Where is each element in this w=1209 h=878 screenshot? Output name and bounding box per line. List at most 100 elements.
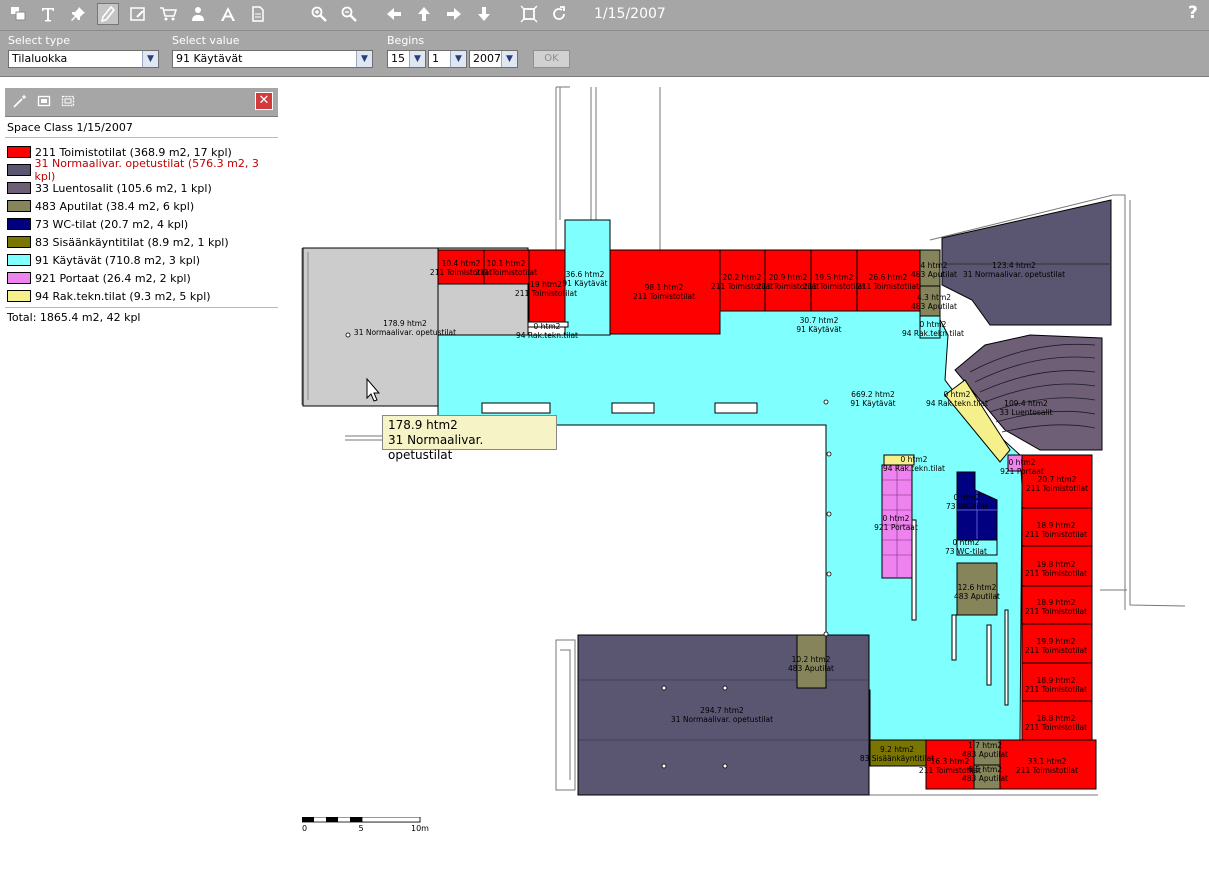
room-16-3[interactable] xyxy=(925,739,975,790)
zoom-out-icon[interactable] xyxy=(338,3,360,25)
room-18-8[interactable] xyxy=(1021,700,1093,741)
room-10-2[interactable] xyxy=(796,634,827,689)
arrow-down-icon[interactable] xyxy=(473,3,495,25)
arrow-right-icon[interactable] xyxy=(443,3,465,25)
text-icon[interactable] xyxy=(37,3,59,25)
push-pin-icon[interactable] xyxy=(67,3,89,25)
month-dropdown[interactable]: 1 ▼ xyxy=(428,50,467,68)
room-178-9[interactable] xyxy=(302,247,529,407)
magic-wand-icon[interactable] xyxy=(13,94,27,108)
pencil-icon[interactable] xyxy=(97,3,119,25)
legend-item[interactable]: 94 Rak.tekn.tilat (9.3 m2, 5 kpl) xyxy=(5,287,278,305)
room-123-4[interactable] xyxy=(941,199,1112,326)
room-area-label: 9.2 htm2 xyxy=(880,745,914,754)
edit-area-icon[interactable] xyxy=(127,3,149,25)
room-class-label: 483 Aputilat xyxy=(911,270,957,279)
room-class-label: 31 Normaalivar. opetustilat xyxy=(963,270,1065,279)
room-4-3[interactable] xyxy=(919,285,941,317)
room-area-label: 19 htm2 xyxy=(530,280,562,289)
chevron-down-icon[interactable]: ▼ xyxy=(356,51,372,67)
legend-header: ✕ xyxy=(5,88,278,117)
room-class-label: 921 Portaat xyxy=(1000,467,1044,476)
font-icon[interactable] xyxy=(217,3,239,25)
select-area-icon[interactable] xyxy=(37,94,51,108)
room-19-9[interactable] xyxy=(1021,623,1093,664)
room-1-7[interactable] xyxy=(973,739,1001,766)
corridor-669-2[interactable] xyxy=(437,219,1023,741)
arrow-up-icon[interactable] xyxy=(413,3,435,25)
room-19-8[interactable] xyxy=(1021,545,1093,587)
cart-icon[interactable] xyxy=(157,3,179,25)
zoom-in-icon[interactable] xyxy=(308,3,330,25)
legend-label: 483 Aputilat (38.4 m2, 6 kpl) xyxy=(35,199,195,213)
select-value-dropdown[interactable]: 91 Käytävät ▼ xyxy=(172,50,373,68)
day-dropdown[interactable]: 15 ▼ xyxy=(387,50,426,68)
legend-swatch xyxy=(7,182,31,194)
room-18-9-a[interactable] xyxy=(1021,507,1093,547)
filter-bar: Select type Tilaluokka ▼ Select value 91… xyxy=(0,31,1209,77)
stair-921-east[interactable] xyxy=(1007,454,1039,472)
legend-item[interactable]: 483 Aputilat (38.4 m2, 6 kpl) xyxy=(5,197,278,215)
room-9-2[interactable] xyxy=(869,739,927,767)
select-type-dropdown[interactable]: Tilaluokka ▼ xyxy=(8,50,159,68)
room-area-label: 26.6 htm2 xyxy=(869,273,908,282)
room-area-label: 0 htm2 xyxy=(954,493,981,502)
room-area-label: 6.5 htm2 xyxy=(968,765,1002,774)
legend-item[interactable]: 31 Normaalivar. opetustilat (576.3 m2, 3… xyxy=(5,157,278,183)
rak-tekn-center[interactable] xyxy=(883,454,915,466)
room-19[interactable] xyxy=(528,249,566,327)
mouse-cursor-icon xyxy=(366,377,381,402)
ok-button[interactable]: OK xyxy=(533,50,570,68)
select-value-value: 91 Käytävät xyxy=(176,52,243,65)
room-18-9-b[interactable] xyxy=(1021,585,1093,625)
room-294-7[interactable] xyxy=(577,634,870,796)
room-18-9-c[interactable] xyxy=(1021,662,1093,702)
document-icon[interactable] xyxy=(247,3,269,25)
wc-rooms[interactable] xyxy=(956,471,998,541)
room-19-5[interactable] xyxy=(810,249,858,312)
close-icon[interactable]: ✕ xyxy=(255,92,273,110)
layers-icon[interactable] xyxy=(7,3,29,25)
legend-item[interactable]: 91 Käytävät (710.8 m2, 3 kpl) xyxy=(5,251,278,269)
refresh-icon[interactable] xyxy=(548,3,570,25)
room-rak-tekn-94[interactable] xyxy=(944,379,1011,463)
room-33-1[interactable] xyxy=(999,739,1097,790)
legend-item[interactable]: 73 WC-tilat (20.7 m2, 4 kpl) xyxy=(5,215,278,233)
rak-tekn-room[interactable] xyxy=(919,315,941,339)
legend-item[interactable]: 83 Sisäänkäyntitilat (8.9 m2, 1 kpl) xyxy=(5,233,278,251)
chevron-down-icon[interactable]: ▼ xyxy=(501,51,517,67)
room-area-label: 0 htm2 xyxy=(1009,458,1036,467)
room-20-7[interactable] xyxy=(1021,454,1093,509)
room-20-2[interactable] xyxy=(719,249,766,312)
year-dropdown[interactable]: 2007 ▼ xyxy=(469,50,518,68)
legend-item[interactable]: 921 Portaat (26.4 m2, 2 kpl) xyxy=(5,269,278,287)
room-class-label: 211 Toimistotilat xyxy=(1025,723,1087,732)
room-area-label: 178.9 htm2 xyxy=(383,319,427,328)
stair-921[interactable] xyxy=(881,464,913,579)
room-class-label: 211 Toimistotilat xyxy=(711,282,773,291)
room-10-4[interactable] xyxy=(437,249,485,285)
room-20-9[interactable] xyxy=(764,249,812,312)
room-6-5[interactable] xyxy=(973,764,1001,790)
chevron-down-icon[interactable]: ▼ xyxy=(142,51,158,67)
chevron-down-icon[interactable]: ▼ xyxy=(409,51,425,67)
room-class-label: 211 Toimistotilat xyxy=(1025,607,1087,616)
deselect-area-icon[interactable] xyxy=(61,94,75,108)
legend-swatch xyxy=(7,254,31,266)
arrow-left-icon[interactable] xyxy=(383,3,405,25)
current-date: 1/15/2007 xyxy=(594,6,666,22)
room-class-label: 73 WC-tilat xyxy=(946,502,988,511)
room-10-1[interactable] xyxy=(483,249,530,285)
room-12-6[interactable] xyxy=(956,562,998,616)
room-109-4[interactable] xyxy=(954,334,1103,451)
legend-label: 73 WC-tilat (20.7 m2, 4 kpl) xyxy=(35,217,189,231)
room-area-label: 20.7 htm2 xyxy=(1038,475,1077,484)
room-26-6[interactable] xyxy=(856,249,921,312)
room-4[interactable] xyxy=(919,249,941,287)
room-98-1[interactable] xyxy=(609,249,721,335)
person-icon[interactable] xyxy=(187,3,209,25)
help-icon[interactable]: ? xyxy=(1188,3,1206,25)
legend-label: 83 Sisäänkäyntitilat (8.9 m2, 1 kpl) xyxy=(35,235,229,249)
chevron-down-icon[interactable]: ▼ xyxy=(450,51,466,67)
fit-extent-icon[interactable] xyxy=(518,3,540,25)
